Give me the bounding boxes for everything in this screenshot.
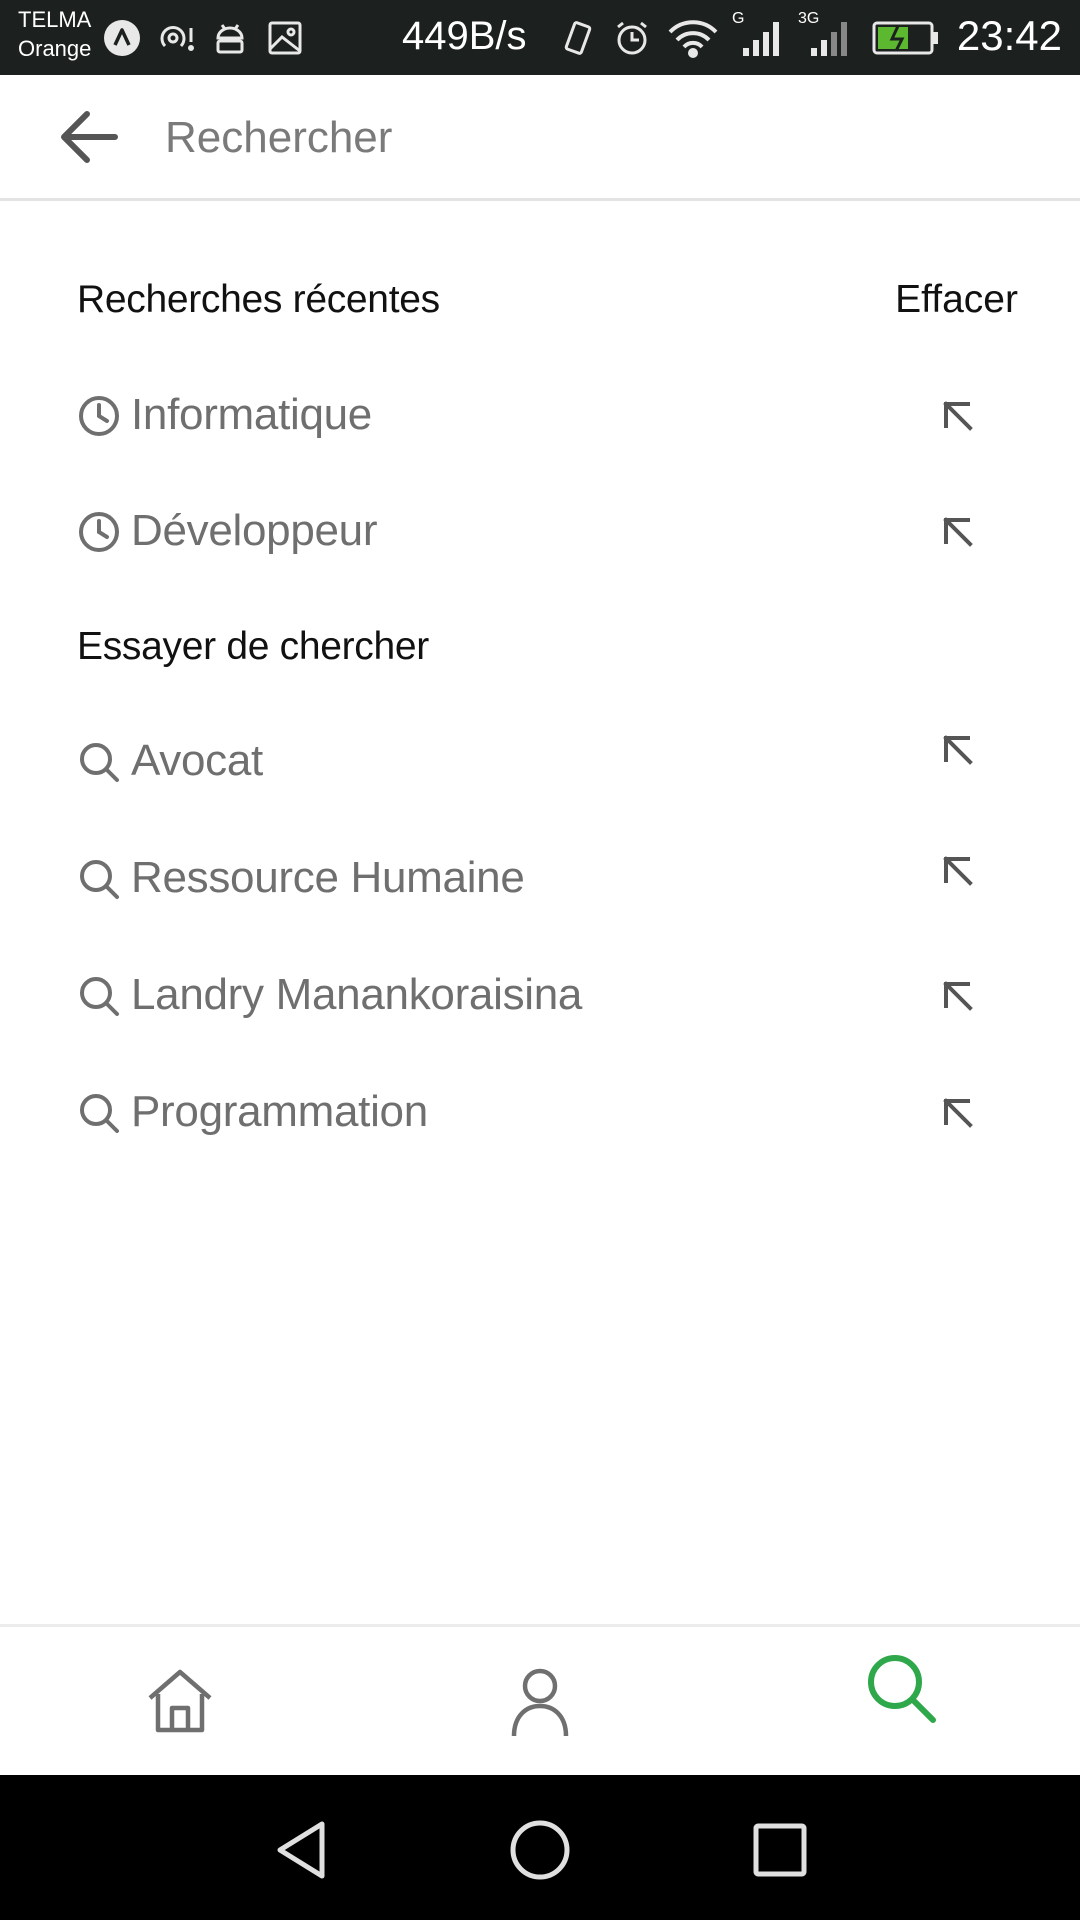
search-icon [80,743,119,782]
arrow-up-left-icon [943,401,973,431]
recent-searches-title: Recherches récentes [77,278,440,321]
bottom-navigation [0,1624,1080,1775]
suggestion-label: Avocat [131,736,263,785]
suggestion-item[interactable]: Ressource Humaine [0,831,1080,927]
recent-search-label: Développeur [131,506,378,555]
network-speed: 449B/s [402,14,527,58]
profile-icon [511,1668,569,1737]
back-button[interactable] [48,99,128,175]
system-home-button[interactable] [500,1810,580,1890]
search-app-bar [0,75,1080,201]
fill-query-button[interactable] [934,726,982,774]
battery-icon [872,18,940,58]
signal-type-label: G [732,10,745,27]
wifi-icon [666,18,720,58]
signal-type-label-3g: 3G [798,10,820,27]
arrow-up-left-icon [943,517,973,547]
recent-search-item[interactable]: Développeur [0,484,1080,580]
clock-time: 23:42 [956,12,1062,59]
vibrate-icon [558,18,598,58]
signal-strength-icon: G [730,10,788,58]
search-icon [80,860,119,899]
home-icon [148,1669,212,1733]
system-recents-button[interactable] [740,1810,820,1890]
nav-home[interactable] [125,1647,235,1757]
arrow-left-icon [61,111,118,163]
status-bar: TELMA Orange 449B/s G 3G 23:42 [0,0,1080,75]
signal-strength-3g-icon: 3G [798,10,856,58]
system-navigation-bar [0,1775,1080,1920]
notification-app-icon [102,18,142,58]
arrow-up-left-icon [943,981,973,1011]
triangle-back-icon [277,1821,325,1879]
suggestions-title: Essayer de chercher [77,625,429,668]
clock-icon [79,512,119,552]
search-input[interactable] [165,105,1025,171]
carrier-operator: Orange [18,36,92,61]
image-icon [265,18,305,58]
clear-history-button[interactable]: Effacer [895,278,1018,322]
square-recents-icon [753,1823,807,1877]
arrow-up-left-icon [943,1098,973,1128]
nav-profile[interactable] [485,1647,595,1757]
nav-search[interactable] [846,1633,956,1743]
system-back-button[interactable] [262,1810,342,1890]
suggestion-item[interactable]: Programmation [0,1065,1080,1161]
circle-home-icon [510,1820,570,1880]
search-icon [868,1655,936,1723]
arrow-up-left-icon [943,735,973,765]
fill-query-button[interactable] [934,847,982,895]
suggestion-item[interactable]: Landry Manankoraisina [0,948,1080,1044]
recent-search-item[interactable]: Informatique [0,368,1080,464]
recent-search-label: Informatique [131,390,372,439]
fill-query-button[interactable] [934,972,982,1020]
suggestion-label: Programmation [131,1087,428,1136]
arrow-up-left-icon [943,856,973,886]
fill-query-button[interactable] [934,508,982,556]
suggestion-label: Ressource Humaine [131,853,525,902]
alarm-icon [612,18,652,58]
search-icon [80,977,119,1016]
fill-query-button[interactable] [934,1089,982,1137]
fill-query-button[interactable] [934,392,982,440]
hotspot-icon [157,18,197,58]
android-debug-icon [210,18,250,58]
carrier-name: TELMA [18,7,92,32]
search-icon [80,1094,119,1133]
carrier-info: TELMA Orange [18,5,91,63]
suggestion-label: Landry Manankoraisina [131,970,583,1019]
suggestion-item[interactable]: Avocat [0,714,1080,810]
clock-icon [79,396,119,436]
